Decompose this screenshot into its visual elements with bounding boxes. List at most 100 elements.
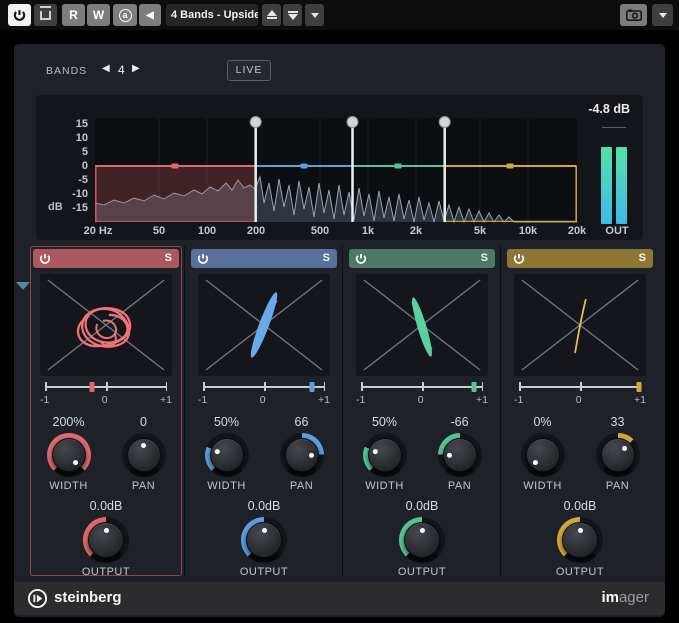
next-preset-button[interactable]: [283, 4, 302, 26]
knob-indicator: [214, 448, 221, 455]
width-knob[interactable]: [521, 433, 565, 477]
corr-label-min: -1: [40, 394, 49, 406]
band4-header[interactable]: S: [507, 249, 653, 268]
strip-divider: [184, 246, 185, 576]
output-knob[interactable]: [399, 517, 445, 563]
band2-vectorscope: [198, 274, 330, 376]
back-button[interactable]: ◀: [139, 4, 161, 26]
band1-header[interactable]: S: [33, 249, 179, 268]
live-mode-button[interactable]: LIVE: [227, 60, 271, 81]
knob-indicator: [621, 444, 628, 451]
strip-divider: [342, 246, 343, 576]
pan-knob[interactable]: [438, 433, 482, 477]
output-knob[interactable]: [557, 517, 603, 563]
knob-indicator: [447, 452, 452, 457]
band4-vectorscope: [514, 274, 646, 376]
band-power-icon[interactable]: [355, 253, 367, 265]
band-power-icon[interactable]: [513, 253, 525, 265]
band1-gain-handle[interactable]: [172, 164, 179, 169]
corr-label-min: -1: [356, 394, 365, 406]
band-solo-button[interactable]: S: [639, 252, 646, 264]
freq-tick: 500: [311, 225, 329, 237]
expand-collapse-arrow[interactable]: [16, 282, 30, 290]
output-gain-readout[interactable]: -4.8 dB: [588, 102, 630, 116]
output-label: OUTPUT: [240, 566, 288, 578]
band1-correlation-meter: [45, 381, 167, 393]
band3-gain-handle[interactable]: [395, 164, 402, 169]
chevron-down-icon: [659, 13, 667, 18]
crossover-handle[interactable]: [250, 117, 261, 128]
window-menu-button[interactable]: [652, 4, 673, 26]
preset-name-field[interactable]: 4 Bands - Upside D: [166, 4, 258, 26]
width-knob[interactable]: [205, 433, 249, 477]
automation-mode-button[interactable]: a: [113, 4, 137, 26]
freq-tick: 1k: [362, 225, 374, 237]
pan-knob[interactable]: [596, 433, 640, 477]
db-tick: 15: [54, 118, 88, 130]
crossover-handle[interactable]: [439, 117, 450, 128]
band3-header[interactable]: S: [349, 249, 495, 268]
corr-label-max: +1: [160, 394, 172, 406]
output-value: 0.0dB: [248, 499, 281, 515]
band-power-icon[interactable]: [39, 253, 51, 265]
corr-track: [519, 386, 641, 388]
knob-indicator: [72, 459, 79, 466]
band-solo-button[interactable]: S: [481, 252, 488, 264]
pan-value: 66: [295, 415, 309, 431]
brand-name: steinberg: [54, 589, 122, 606]
pan-knob[interactable]: [122, 433, 166, 477]
band2-header[interactable]: S: [191, 249, 337, 268]
bypass-button[interactable]: [34, 4, 57, 26]
snapshot-button[interactable]: [620, 4, 647, 26]
width-label: WIDTH: [49, 480, 88, 492]
corr-marker: [637, 382, 642, 392]
width-knob[interactable]: [47, 433, 91, 477]
bands-increase-button[interactable]: ▶: [132, 63, 140, 74]
pan-knob[interactable]: [280, 433, 324, 477]
knob-indicator: [262, 528, 267, 533]
knob-indicator: [309, 452, 314, 457]
crossover-handle[interactable]: [347, 117, 358, 128]
pan-value: 0: [140, 415, 147, 431]
band4-gain-handle[interactable]: [507, 164, 514, 169]
knob-indicator: [578, 528, 583, 533]
pan-value: -66: [450, 415, 468, 431]
band2-gain-handle[interactable]: [301, 164, 308, 169]
output-meter-left: [601, 147, 612, 224]
db-tick: -10: [54, 188, 88, 200]
bypass-icon: [40, 11, 51, 20]
stereo-trace: [575, 299, 586, 353]
preset-menu-button[interactable]: [305, 4, 324, 26]
read-automation-button[interactable]: R: [62, 4, 85, 26]
db-tick: 10: [54, 132, 88, 144]
output-label: OUTPUT: [82, 566, 130, 578]
width-knob[interactable]: [363, 433, 407, 477]
host-toolbar: R W a ◀ 4 Bands - Upside D: [0, 0, 679, 30]
output-meters: [601, 147, 627, 224]
band-solo-button[interactable]: S: [323, 252, 330, 264]
output-value: 0.0dB: [564, 499, 597, 515]
corr-labels: -1 0 +1: [198, 394, 330, 406]
pan-value: 33: [611, 415, 625, 431]
write-automation-button[interactable]: W: [87, 4, 110, 26]
plugin-activate-button[interactable]: [8, 4, 31, 26]
output-knob[interactable]: [241, 517, 287, 563]
band1-vectorscope: [40, 274, 172, 376]
output-knob[interactable]: [83, 517, 129, 563]
freq-tick: 20k: [568, 225, 586, 237]
band-solo-button[interactable]: S: [165, 252, 172, 264]
corr-labels: -1 0 +1: [514, 394, 646, 406]
band-power-icon[interactable]: [197, 253, 209, 265]
output-value: 0.0dB: [90, 499, 123, 515]
bands-count-value: 4: [118, 63, 125, 77]
bands-decrease-button[interactable]: ◀: [102, 63, 110, 74]
pan-label: PAN: [448, 480, 471, 492]
corr-labels: -1 0 +1: [40, 394, 172, 406]
band-strip-2: S -1 0: [188, 246, 340, 576]
freq-tick: 10k: [519, 225, 537, 237]
freq-tick: 100: [198, 225, 216, 237]
previous-preset-button[interactable]: [262, 4, 281, 26]
imager-plugin-panel: BANDS ◀ 4 ▶ LIVE: [14, 44, 665, 617]
corr-label-max: +1: [634, 394, 646, 406]
output-meter-right: [616, 147, 627, 224]
